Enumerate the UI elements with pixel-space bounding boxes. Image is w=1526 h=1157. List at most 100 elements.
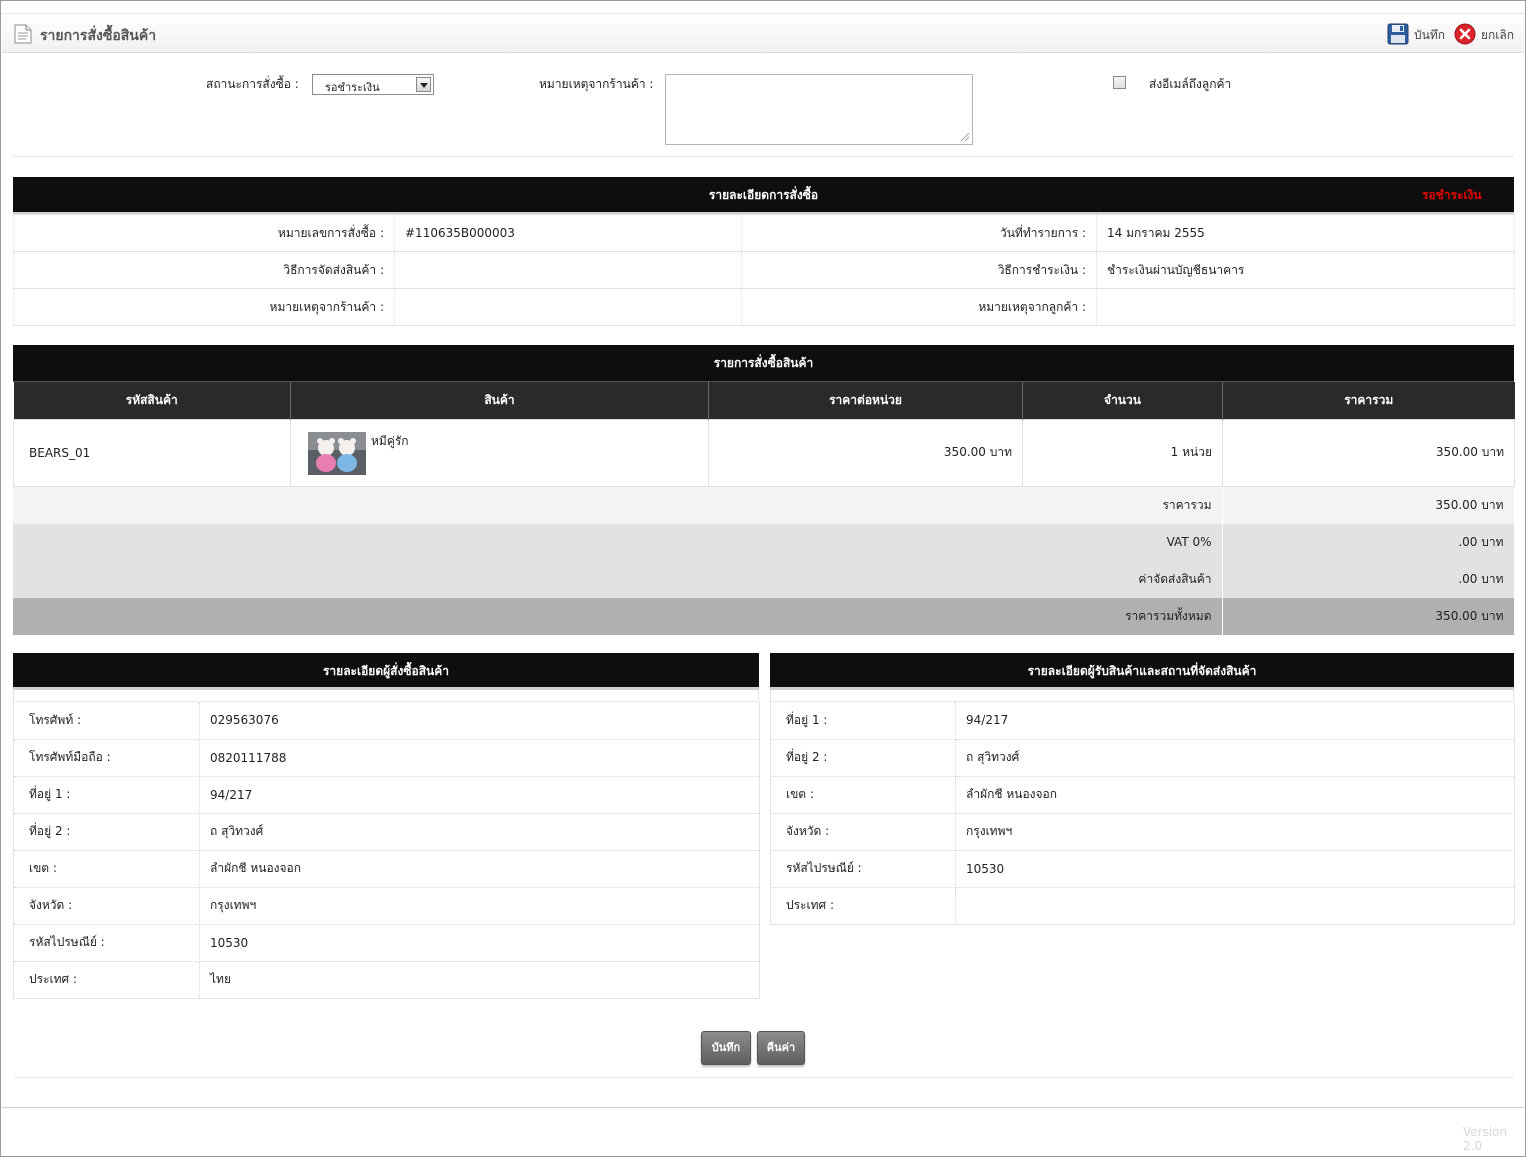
buyer-value: 029563076 xyxy=(199,702,760,740)
item-code: BEARS_01 xyxy=(13,418,291,487)
receiver-value: ถ สุวิทวงศ์ xyxy=(955,739,1515,777)
item-name[interactable]: หมีคู่รัก xyxy=(371,432,409,451)
store-note-detail-label: หมายเหตุจากร้านค้า : xyxy=(13,288,395,326)
store-note-label: หมายเหตุจากร้านค้า : xyxy=(539,77,654,91)
table-row: รหัสไปรษณีย์ :10530 xyxy=(13,924,760,962)
table-row: เขต : ลำผักชี หนองจอก xyxy=(13,850,760,888)
order-details-section: รายละเอียดการสั่งซื้อ รอชำระเงิน หมายเลข… xyxy=(13,177,1515,326)
table-row: จังหวัด : กรุงเทพฯ xyxy=(770,813,1515,851)
divider xyxy=(13,156,1513,157)
divider xyxy=(15,1077,1513,1078)
table-row: โทรศัพท์มือถือ :0820111788 xyxy=(13,739,760,777)
status-label: สถานะการสั่งซื้อ : xyxy=(206,77,299,91)
dropdown-arrow-icon[interactable] xyxy=(416,77,431,92)
buyer-table: โทรศัพท์ :029563076 โทรศัพท์มือถือ :0820… xyxy=(13,702,760,999)
footer-divider xyxy=(2,1107,1524,1108)
status-select[interactable]: รอชำระเงิน xyxy=(312,74,434,95)
toolbar-cancel-button[interactable]: ยกเลิก xyxy=(1454,23,1514,48)
page-header: รายการสั่งซื้อสินค้า บันทึก ยกเลิก xyxy=(2,13,1524,53)
order-no-label: หมายเลขการสั่งซื้อ : xyxy=(13,214,395,252)
table-row: รหัสไปรษณีย์ :10530 xyxy=(770,850,1515,888)
receiver-value xyxy=(955,887,1515,925)
order-status-badge: รอชำระเงิน xyxy=(1422,188,1482,202)
order-date-value: 14 มกราคม 2555 xyxy=(1096,214,1515,252)
table-row: ที่อยู่ 1 :94/217 xyxy=(770,702,1515,740)
toolbar-save-button[interactable]: บันทึก xyxy=(1387,23,1445,48)
item-qty: 1 หน่วย xyxy=(1022,418,1223,487)
col-header-product: สินค้า xyxy=(290,382,709,419)
summary-row: ราคารวม 350.00 บาท xyxy=(13,486,1515,524)
order-no-value: #110635B000003 xyxy=(394,214,742,252)
spacer xyxy=(13,690,759,702)
customer-note-value xyxy=(1096,288,1515,326)
order-items-title: รายการสั่งซื้อสินค้า xyxy=(713,356,814,370)
table-row: ประเทศ : ไทย xyxy=(13,961,760,999)
buyer-value: ไทย xyxy=(199,961,760,999)
reset-button[interactable]: คืนค่า xyxy=(757,1031,805,1065)
table-row: จังหวัด : กรุงเทพฯ xyxy=(13,887,760,925)
table-row: ที่อยู่ 2 :ถ สุวิทวงศ์ xyxy=(770,739,1515,777)
summary-row: ค่าจัดส่งสินค้า .00 บาท xyxy=(13,560,1515,598)
buyer-value: 94/217 xyxy=(199,776,760,814)
receiver-label: ประเทศ : xyxy=(770,887,956,925)
buyer-label: ประเทศ : xyxy=(13,961,200,999)
buyer-label: ที่อยู่ 1 : xyxy=(13,776,200,814)
summary-row: VAT 0% .00 บาท xyxy=(13,523,1515,561)
col-header-unit-price: ราคาต่อหน่วย xyxy=(708,382,1023,419)
order-details-title: รายละเอียดการสั่งซื้อ xyxy=(708,188,819,202)
col-header-code: รหัสสินค้า xyxy=(13,382,291,419)
product-thumbnail[interactable] xyxy=(308,431,366,478)
receiver-title: รายละเอียดผู้รับสินค้าและสถานที่จัดส่งสิ… xyxy=(1027,664,1257,678)
store-note-textarea[interactable] xyxy=(665,74,973,145)
receiver-section: รายละเอียดผู้รับสินค้าและสถานที่จัดส่งสิ… xyxy=(770,653,1515,925)
save-button[interactable]: บันทึก xyxy=(701,1031,751,1065)
order-summary-table: ราคารวม 350.00 บาท VAT 0% .00 บาท ค่าจัด… xyxy=(13,486,1515,635)
receiver-value: 10530 xyxy=(955,850,1515,888)
buyer-value: 10530 xyxy=(199,924,760,962)
cancel-icon xyxy=(1454,23,1476,48)
table-row: หมายเหตุจากร้านค้า : หมายเหตุจากลูกค้า : xyxy=(13,288,1515,326)
item-unit-price: 350.00 บาท xyxy=(708,418,1023,487)
buyer-label: เขต : xyxy=(13,850,200,888)
table-row: BEARS_01 หมีคู่รัก 350.00 บาท 1 หน่วย 35… xyxy=(13,418,1515,487)
col-header-total: ราคารวม xyxy=(1222,382,1515,419)
toolbar-cancel-label: ยกเลิก xyxy=(1481,28,1515,42)
receiver-label: รหัสไปรษณีย์ : xyxy=(770,850,956,888)
order-details-table: หมายเลขการสั่งซื้อ : #110635B000003 วันท… xyxy=(13,214,1515,326)
table-row: โทรศัพท์ :029563076 xyxy=(13,702,760,740)
payment-method-value: ชำระเงินผ่านบัญชีธนาคาร xyxy=(1096,251,1515,289)
receiver-value: ลำผักชี หนองจอก xyxy=(955,776,1515,814)
payment-method-label: วิธีการชำระเงิน : xyxy=(741,251,1097,289)
send-email-checkbox[interactable] xyxy=(1113,76,1126,89)
receiver-label: ที่อยู่ 1 : xyxy=(770,702,956,740)
buyer-label: จังหวัด : xyxy=(13,887,200,925)
receiver-label: จังหวัด : xyxy=(770,813,956,851)
buyer-label: โทรศัพท์ : xyxy=(13,702,200,740)
table-row: ที่อยู่ 1 :94/217 xyxy=(13,776,760,814)
table-row: ที่อยู่ 2 :ถ สุวิทวงศ์ xyxy=(13,813,760,851)
status-select-value: รอชำระเงิน xyxy=(325,81,380,94)
store-note-detail-value xyxy=(394,288,742,326)
resize-grip-icon[interactable] xyxy=(961,133,969,141)
buyer-header: รายละเอียดผู้สั่งซื้อสินค้า xyxy=(13,653,759,690)
receiver-label: เขต : xyxy=(770,776,956,814)
shipping-fee-label: ค่าจัดส่งสินค้า xyxy=(13,560,1223,598)
buyer-value: 0820111788 xyxy=(199,739,760,777)
toolbar-save-label: บันทึก xyxy=(1414,28,1445,42)
buyer-value: ลำผักชี หนองจอก xyxy=(199,850,760,888)
order-items-section: รายการสั่งซื้อสินค้า รหัสสินค้า สินค้า ร… xyxy=(13,345,1515,635)
floppy-disk-icon xyxy=(1387,23,1409,48)
shipping-fee-value: .00 บาท xyxy=(1222,560,1515,598)
buyer-label: โทรศัพท์มือถือ : xyxy=(13,739,200,777)
spacer xyxy=(770,690,1514,702)
buyer-title: รายละเอียดผู้สั่งซื้อสินค้า xyxy=(322,664,449,678)
receiver-header: รายละเอียดผู้รับสินค้าและสถานที่จัดส่งสิ… xyxy=(770,653,1514,690)
subtotal-label: ราคารวม xyxy=(13,486,1223,524)
grand-total-label: ราคารวมทั้งหมด xyxy=(13,597,1223,635)
page-title: รายการสั่งซื้อสินค้า xyxy=(40,28,157,44)
receiver-label: ที่อยู่ 2 : xyxy=(770,739,956,777)
document-icon xyxy=(14,24,32,47)
customer-note-label: หมายเหตุจากลูกค้า : xyxy=(741,288,1097,326)
buyer-section: รายละเอียดผู้สั่งซื้อสินค้า โทรศัพท์ :02… xyxy=(13,653,760,999)
subtotal-value: 350.00 บาท xyxy=(1222,486,1515,524)
